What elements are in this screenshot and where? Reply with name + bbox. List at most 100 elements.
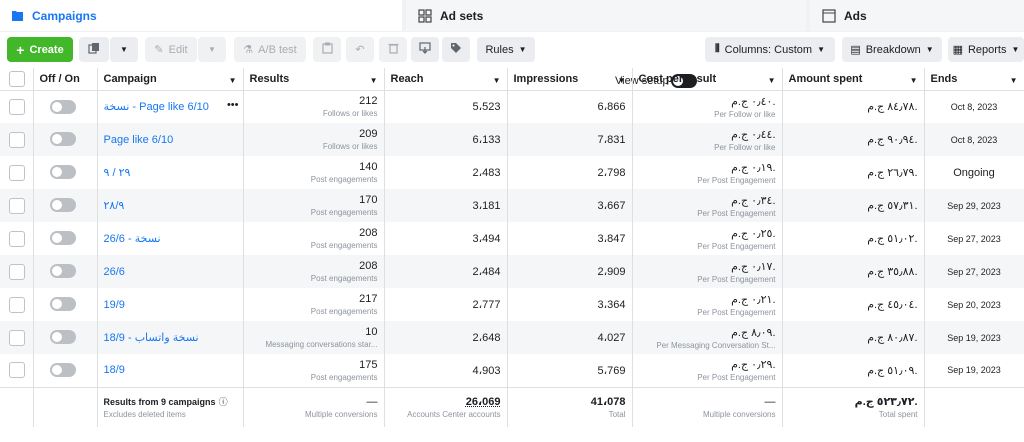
ends-cell: Sep 27, 2023 (924, 255, 1024, 288)
row-select-cell[interactable] (0, 222, 33, 255)
tab-ad-sets[interactable]: Ad sets (406, 0, 806, 31)
tab-campaigns[interactable]: Campaigns (0, 0, 402, 31)
select-all-header[interactable] (0, 68, 33, 90)
table-row[interactable]: نسخة - Page like 6/10 ••• 212 Follows or li… (0, 90, 1024, 123)
spent-cell: ٥٧٫٣١ ج.م. (782, 189, 924, 222)
row-select-cell[interactable] (0, 90, 33, 123)
row-checkbox[interactable] (9, 132, 25, 148)
delete-button[interactable] (379, 37, 407, 62)
table-header: Off / On Campaign ▼ Results ▼ Reach ▼ Impre… (0, 68, 1024, 90)
row-select-cell[interactable] (0, 354, 33, 387)
header-results[interactable]: Results ▼ (243, 68, 384, 90)
impressions-cell: 3،667 (507, 189, 632, 222)
caret-down-icon: ▼ (519, 45, 527, 54)
results-value: 208 (359, 227, 377, 239)
campaign-cell: 19/9 (97, 288, 243, 321)
export-button[interactable] (411, 37, 439, 62)
duplicate-button[interactable] (79, 37, 109, 62)
reach-value: 4،903 (472, 365, 500, 377)
tab-ads[interactable]: Ads (810, 0, 1024, 31)
campaign-name-link[interactable]: 26/6 (104, 266, 125, 278)
row-checkbox[interactable] (9, 330, 25, 346)
rules-button[interactable]: Rules ▼ (477, 37, 535, 62)
campaign-cell: 18/9 - نسخة واتساب (97, 321, 243, 354)
campaign-toggle[interactable] (50, 231, 76, 245)
edit-dropdown[interactable]: ▼ (198, 37, 226, 62)
cost-cell: ٠٫٣٤ ج.م. Per Post Engagement (632, 189, 782, 222)
table-row[interactable]: 26/6 208 Post engagements 2،484 2،909 ٠٫١٧ ج.… (0, 255, 1024, 288)
campaign-toggle[interactable] (50, 297, 76, 311)
header-cost-per-result[interactable]: Cost per result ▼ (632, 68, 782, 90)
row-checkbox[interactable] (9, 165, 25, 181)
header-impressions[interactable]: Impressions ▼ (507, 68, 632, 90)
row-select-cell[interactable] (0, 189, 33, 222)
undo-button[interactable]: ↶ (346, 37, 374, 62)
ends-cell: Oct 8, 2023 (924, 123, 1024, 156)
reports-icon: ▦ (953, 43, 963, 56)
more-icon[interactable]: ••• (227, 99, 239, 111)
ends-value: Sep 19, 2023 (947, 365, 1001, 375)
totals-results: — Multiple conversions (243, 387, 384, 427)
reach-cell: 4،903 (384, 354, 507, 387)
row-checkbox[interactable] (9, 231, 25, 247)
totals-reach: 26،069 Accounts Center accounts (384, 387, 507, 427)
results-cell: 175 Post engagements (243, 354, 384, 387)
campaign-toggle[interactable] (50, 165, 76, 179)
campaign-name-link[interactable]: نسخة - 26/6 (104, 233, 161, 245)
table-row[interactable]: 18/9 175 Post engagements 4،903 5،769 ٠٫٢٩ ج.… (0, 354, 1024, 387)
campaign-name-link[interactable]: Page like 6/10 (104, 134, 174, 146)
impressions-cell: 2،798 (507, 156, 632, 189)
campaign-toggle[interactable] (50, 330, 76, 344)
campaign-name-link[interactable]: 18/9 - نسخة واتساب (104, 332, 199, 344)
row-checkbox[interactable] (9, 198, 25, 214)
campaign-toggle[interactable] (50, 132, 76, 146)
spent-value: ٥٧٫٣١ ج.م. (867, 200, 917, 212)
ab-test-button[interactable]: ⚗ A/B test (234, 37, 306, 62)
create-button[interactable]: + Create (7, 37, 73, 62)
campaign-toggle[interactable] (50, 264, 76, 278)
campaign-name-link[interactable]: ٢٩ / ٩ (104, 167, 131, 179)
row-checkbox[interactable] (9, 264, 25, 280)
impressions-cell: 7،831 (507, 123, 632, 156)
table-row[interactable]: 18/9 - نسخة واتساب 10 Messaging conversati… (0, 321, 1024, 354)
breakdown-label: Breakdown (866, 44, 921, 56)
results-value: 10 (365, 326, 377, 338)
reports-button[interactable]: ▦ Reports ▼ (948, 37, 1024, 62)
row-select-cell[interactable] (0, 255, 33, 288)
ends-cell: Sep 27, 2023 (924, 222, 1024, 255)
campaign-name-link[interactable]: ٢٨/٩ (104, 200, 125, 212)
tag-button[interactable] (442, 37, 470, 62)
campaign-toggle[interactable] (50, 198, 76, 212)
ends-value: Oct 8, 2023 (951, 102, 998, 112)
table-row[interactable]: 19/9 217 Post engagements 2،777 3،364 ٠٫٢١ ج.… (0, 288, 1024, 321)
row-select-cell[interactable] (0, 156, 33, 189)
header-amount-spent[interactable]: Amount spent ▼ (782, 68, 924, 90)
header-reach[interactable]: Reach ▼ (384, 68, 507, 90)
cost-value: ٠٫٢٥ ج.م. (731, 228, 775, 240)
campaign-name-link[interactable]: نسخة - Page like 6/10 (104, 101, 209, 113)
columns-button[interactable]: ⫴ Columns: Custom ▼ (705, 37, 835, 62)
duplicate-dropdown[interactable]: ▼ (110, 37, 138, 62)
table-row[interactable]: ٢٩ / ٩ 140 Post engagements 2،483 2،798 ٠٫١٩ … (0, 156, 1024, 189)
row-select-cell[interactable] (0, 321, 33, 354)
campaign-name-link[interactable]: 18/9 (104, 364, 125, 376)
campaign-toggle[interactable] (50, 363, 76, 377)
row-checkbox[interactable] (9, 297, 25, 313)
campaign-cell: نسخة - Page like 6/10 ••• (97, 90, 243, 123)
header-ends[interactable]: Ends ▼ (924, 68, 1024, 90)
row-select-cell[interactable] (0, 123, 33, 156)
table-row[interactable]: ٢٨/٩ 170 Post engagements 3،181 3،667 ٠٫٣٤ ج.… (0, 189, 1024, 222)
row-select-cell[interactable] (0, 288, 33, 321)
campaign-toggle[interactable] (50, 100, 76, 114)
duplicate-icon (88, 42, 100, 57)
campaign-name-link[interactable]: 19/9 (104, 299, 125, 311)
table-row[interactable]: Page like 6/10 209 Follows or likes 6،133 7،… (0, 123, 1024, 156)
row-checkbox[interactable] (9, 362, 25, 378)
clipboard-button[interactable] (313, 37, 341, 62)
select-all-checkbox[interactable] (9, 71, 25, 87)
edit-button[interactable]: ✎ Edit (145, 37, 197, 62)
breakdown-button[interactable]: ▤ Breakdown ▼ (842, 37, 942, 62)
header-campaign[interactable]: Campaign ▼ (97, 68, 243, 90)
table-row[interactable]: نسخة - 26/6 208 Post engagements 3،494 3،847… (0, 222, 1024, 255)
row-checkbox[interactable] (9, 99, 25, 115)
